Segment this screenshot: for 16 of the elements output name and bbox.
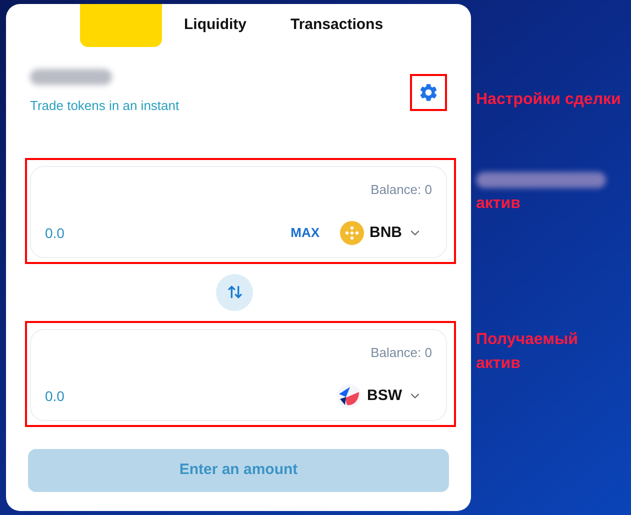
- annotation-label: Настройки сделки: [476, 90, 622, 110]
- max-button[interactable]: MAX: [290, 223, 320, 243]
- swap-icon: [226, 284, 242, 300]
- token-logo-icon: [337, 384, 361, 408]
- token-select[interactable]: BSW: [337, 384, 422, 408]
- token-select[interactable]: BNB: [340, 221, 422, 245]
- settings-icon[interactable]: [418, 82, 439, 103]
- coin-icon: [340, 221, 364, 245]
- amount-field[interactable]: 0.0: [45, 386, 337, 406]
- balance-label: Balance: 0: [370, 344, 432, 362]
- subtitle: Trade tokens in an instant: [30, 97, 180, 115]
- annotation-label: актив: [476, 194, 522, 214]
- swap-button[interactable]: [216, 274, 253, 310]
- annotation-label: Получаемый актив: [476, 330, 579, 374]
- balance-label: Balance: 0: [370, 180, 432, 198]
- amount-field[interactable]: 0.0: [45, 222, 291, 244]
